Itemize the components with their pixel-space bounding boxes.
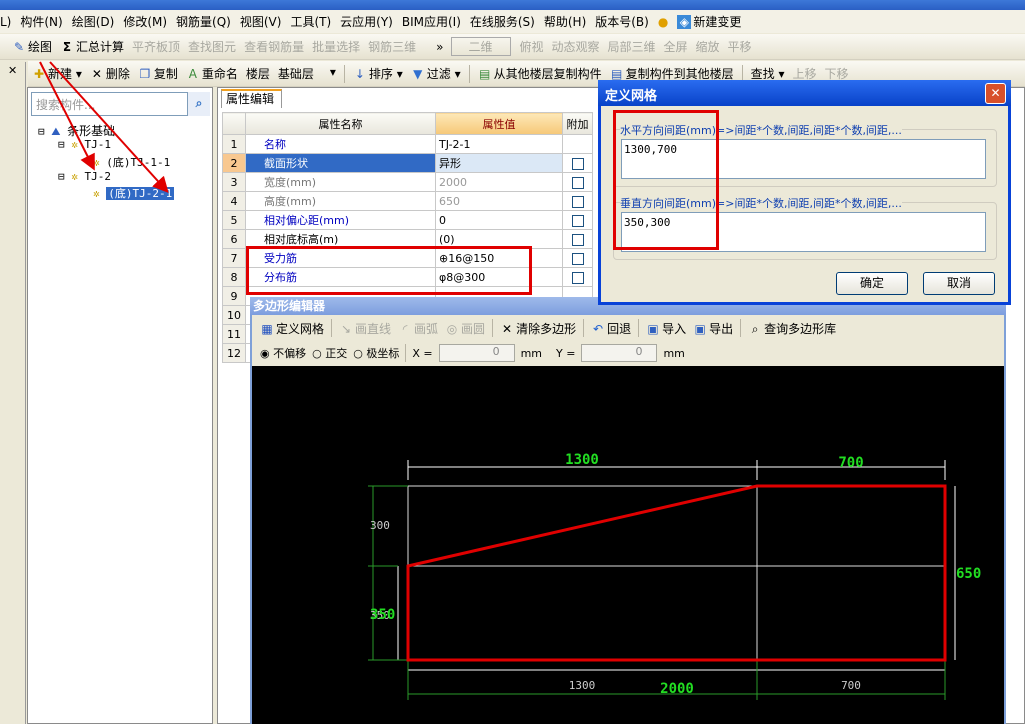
annotation-arrows xyxy=(39,61,169,193)
green-dimensions xyxy=(368,485,946,700)
dialog-title: 定义网格 xyxy=(598,80,1011,106)
dim-label-bottom-left: 1300 xyxy=(569,679,596,692)
arrow-to-tj-2-1 xyxy=(49,61,169,193)
dim-label-top-right: 700 xyxy=(838,455,863,471)
white-dimensions xyxy=(397,460,956,671)
dim-label-bottom-right: 700 xyxy=(841,679,861,692)
dim-label-bottom-total: 2000 xyxy=(660,681,694,697)
arrow-to-tj-2 xyxy=(39,61,95,171)
dim-label-top-left: 1300 xyxy=(565,452,599,468)
ok-button[interactable]: 确定 xyxy=(836,272,908,295)
annotation-box-spacing xyxy=(613,110,719,250)
dim-label-left-total: 350 xyxy=(370,607,395,623)
close-icon[interactable]: ✕ xyxy=(985,83,1006,104)
dim-label-left-top: 300 xyxy=(370,519,390,532)
foundation-section-polygon[interactable] xyxy=(406,484,947,662)
cancel-button[interactable]: 取消 xyxy=(923,272,995,295)
annotation-box-rebar xyxy=(246,246,532,295)
dim-label-right: 650 xyxy=(956,566,981,582)
grid-lines xyxy=(407,485,945,660)
